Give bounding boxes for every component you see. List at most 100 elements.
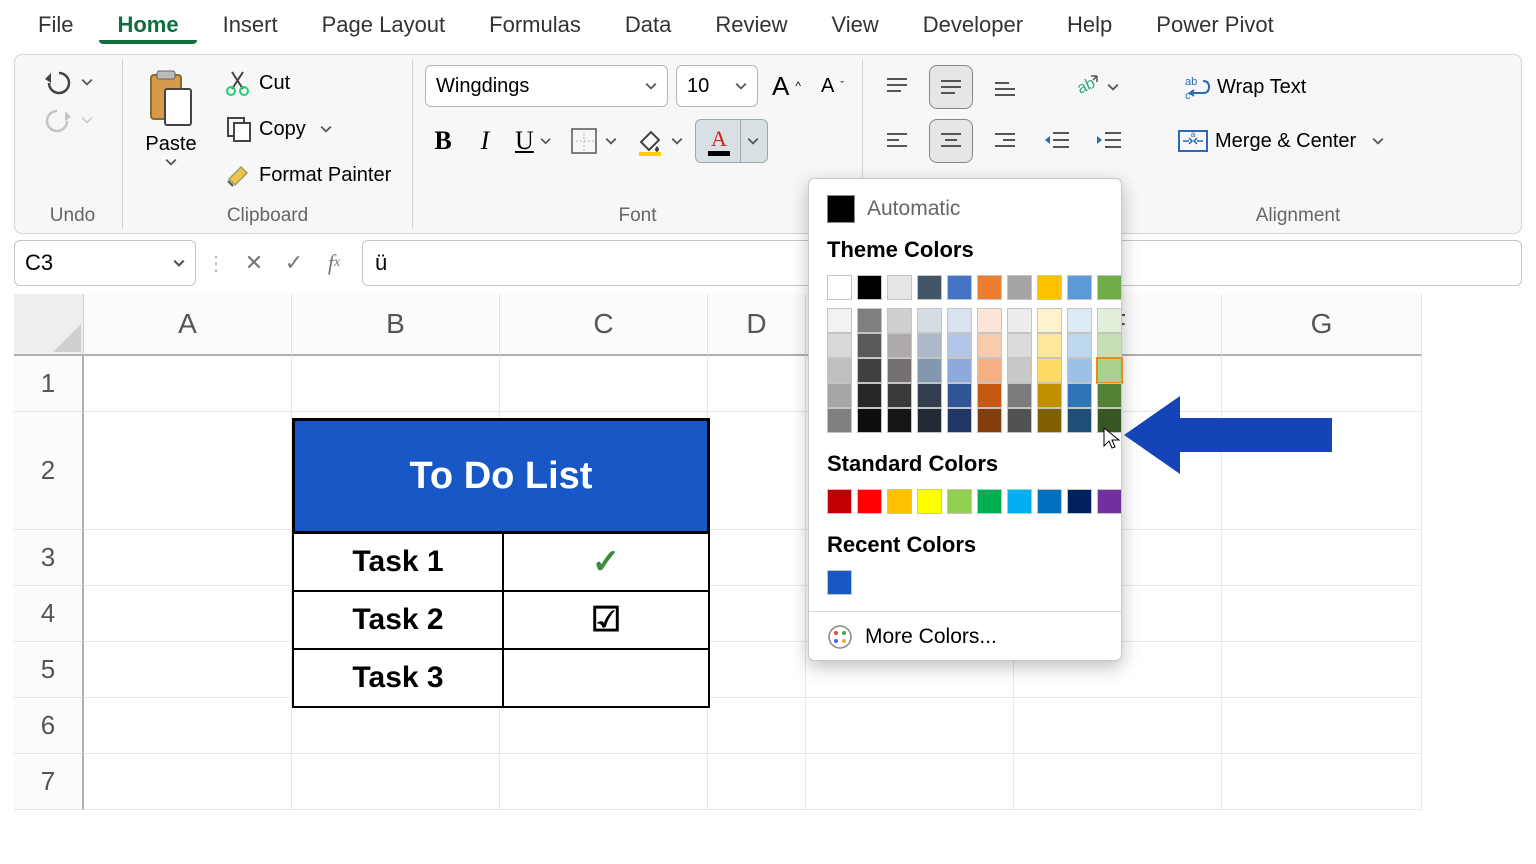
- shade-swatch-1-8[interactable]: [1067, 333, 1092, 358]
- cell-D1[interactable]: [708, 356, 806, 412]
- standard-swatch-4[interactable]: [947, 489, 972, 514]
- column-header-D[interactable]: D: [708, 294, 806, 356]
- shade-swatch-3-2[interactable]: [887, 383, 912, 408]
- cell-A2[interactable]: [84, 412, 292, 530]
- cell-A1[interactable]: [84, 356, 292, 412]
- todo-check-3[interactable]: [502, 650, 710, 708]
- shade-swatch-2-6[interactable]: [1007, 358, 1032, 383]
- row-header-1[interactable]: 1: [14, 356, 84, 412]
- cell-G3[interactable]: [1222, 530, 1422, 586]
- shade-swatch-4-7[interactable]: [1037, 408, 1062, 433]
- shade-swatch-0-2[interactable]: [887, 308, 912, 333]
- shade-swatch-3-7[interactable]: [1037, 383, 1062, 408]
- shade-swatch-2-1[interactable]: [857, 358, 882, 383]
- shade-swatch-4-5[interactable]: [977, 408, 1002, 433]
- theme-swatch-4[interactable]: [947, 275, 972, 300]
- todo-check-2[interactable]: ☑: [502, 592, 710, 650]
- shade-swatch-4-0[interactable]: [827, 408, 852, 433]
- shade-swatch-3-9[interactable]: [1097, 383, 1122, 408]
- standard-swatch-1[interactable]: [857, 489, 882, 514]
- shade-swatch-1-1[interactable]: [857, 333, 882, 358]
- shade-swatch-0-5[interactable]: [977, 308, 1002, 333]
- shade-swatch-4-2[interactable]: [887, 408, 912, 433]
- theme-swatch-6[interactable]: [1007, 275, 1032, 300]
- menu-file[interactable]: File: [20, 6, 91, 44]
- shade-swatch-2-2[interactable]: [887, 358, 912, 383]
- column-header-A[interactable]: A: [84, 294, 292, 356]
- shade-swatch-3-1[interactable]: [857, 383, 882, 408]
- underline-button[interactable]: U: [509, 122, 557, 160]
- wrap-text-button[interactable]: abc Wrap Text: [1175, 69, 1312, 105]
- recent-swatch-0[interactable]: [827, 570, 852, 595]
- theme-swatch-3[interactable]: [917, 275, 942, 300]
- shade-swatch-4-4[interactable]: [947, 408, 972, 433]
- shade-swatch-4-6[interactable]: [1007, 408, 1032, 433]
- menu-power-pivot[interactable]: Power Pivot: [1138, 6, 1291, 44]
- row-header-4[interactable]: 4: [14, 586, 84, 642]
- standard-swatch-8[interactable]: [1067, 489, 1092, 514]
- align-middle-button[interactable]: [929, 65, 973, 109]
- cell-A6[interactable]: [84, 698, 292, 754]
- cell-G5[interactable]: [1222, 642, 1422, 698]
- fx-button[interactable]: fx: [316, 245, 352, 281]
- menu-formulas[interactable]: Formulas: [471, 6, 599, 44]
- column-header-G[interactable]: G: [1222, 294, 1422, 356]
- align-center-button[interactable]: [929, 119, 973, 163]
- shade-swatch-3-5[interactable]: [977, 383, 1002, 408]
- cell-A5[interactable]: [84, 642, 292, 698]
- cell-D4[interactable]: [708, 586, 806, 642]
- menu-review[interactable]: Review: [697, 6, 805, 44]
- more-colors-option[interactable]: More Colors...: [809, 618, 1121, 656]
- align-left-button[interactable]: [875, 119, 919, 163]
- shade-swatch-3-0[interactable]: [827, 383, 852, 408]
- undo-button[interactable]: [35, 65, 99, 99]
- shade-swatch-2-0[interactable]: [827, 358, 852, 383]
- shade-swatch-0-4[interactable]: [947, 308, 972, 333]
- shade-swatch-1-9[interactable]: [1097, 333, 1122, 358]
- align-top-button[interactable]: [875, 65, 919, 109]
- column-header-C[interactable]: C: [500, 294, 708, 356]
- theme-swatch-0[interactable]: [827, 275, 852, 300]
- cell-G4[interactable]: [1222, 586, 1422, 642]
- todo-task-3[interactable]: Task 3: [292, 650, 502, 708]
- theme-swatch-1[interactable]: [857, 275, 882, 300]
- standard-swatch-3[interactable]: [917, 489, 942, 514]
- shade-swatch-0-1[interactable]: [857, 308, 882, 333]
- cell-D5[interactable]: [708, 642, 806, 698]
- menu-data[interactable]: Data: [607, 6, 689, 44]
- orientation-button[interactable]: ab: [1063, 68, 1125, 106]
- menu-developer[interactable]: Developer: [905, 6, 1041, 44]
- shade-swatch-3-8[interactable]: [1067, 383, 1092, 408]
- shade-swatch-3-3[interactable]: [917, 383, 942, 408]
- menu-home[interactable]: Home: [99, 6, 196, 44]
- cell-A4[interactable]: [84, 586, 292, 642]
- row-header-7[interactable]: 7: [14, 754, 84, 810]
- cell-G7[interactable]: [1222, 754, 1422, 810]
- cell-F6[interactable]: [1014, 698, 1222, 754]
- enter-formula-button[interactable]: ✓: [276, 245, 312, 281]
- shade-swatch-1-7[interactable]: [1037, 333, 1062, 358]
- bold-button[interactable]: B: [425, 122, 461, 160]
- shade-swatch-0-6[interactable]: [1007, 308, 1032, 333]
- shade-swatch-4-1[interactable]: [857, 408, 882, 433]
- menu-insert[interactable]: Insert: [205, 6, 296, 44]
- shade-swatch-2-5[interactable]: [977, 358, 1002, 383]
- shade-swatch-4-3[interactable]: [917, 408, 942, 433]
- menu-page-layout[interactable]: Page Layout: [304, 6, 464, 44]
- shade-swatch-1-6[interactable]: [1007, 333, 1032, 358]
- standard-swatch-6[interactable]: [1007, 489, 1032, 514]
- cell-A7[interactable]: [84, 754, 292, 810]
- cell-E7[interactable]: [806, 754, 1014, 810]
- shade-swatch-3-4[interactable]: [947, 383, 972, 408]
- cell-E6[interactable]: [806, 698, 1014, 754]
- paste-button[interactable]: Paste: [135, 65, 207, 172]
- column-header-B[interactable]: B: [292, 294, 500, 356]
- cancel-formula-button[interactable]: ✕: [236, 245, 272, 281]
- standard-swatch-7[interactable]: [1037, 489, 1062, 514]
- shade-swatch-1-5[interactable]: [977, 333, 1002, 358]
- standard-swatch-2[interactable]: [887, 489, 912, 514]
- menu-view[interactable]: View: [813, 6, 896, 44]
- menu-help[interactable]: Help: [1049, 6, 1130, 44]
- todo-task-1[interactable]: Task 1: [292, 534, 502, 592]
- cell-B7[interactable]: [292, 754, 500, 810]
